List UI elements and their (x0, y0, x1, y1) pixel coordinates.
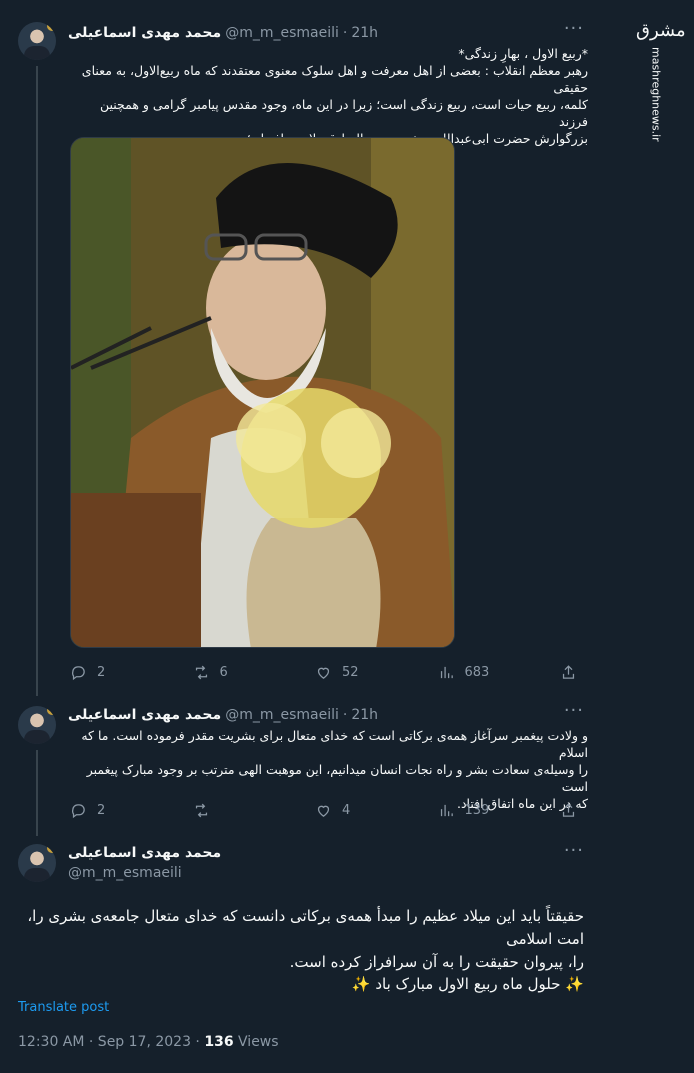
retweet-icon (195, 665, 207, 679)
author-handle[interactable]: @m_m_esmaeili (225, 707, 339, 723)
tweet-2[interactable]: محمد مهدی اسماعیلی @m_m_esmaeili · 21h و… (0, 690, 694, 836)
share-icon (562, 664, 575, 679)
heart-icon (317, 667, 330, 679)
tweet-header: محمد مهدی اسماعیلی @m_m_esmaeili · 21h (68, 25, 379, 41)
translate-post-link[interactable]: Translate post (18, 1000, 109, 1015)
heart-icon (317, 805, 330, 817)
author-handle[interactable]: @m_m_esmaeili (225, 25, 339, 41)
more-options-button[interactable]: ··· (564, 840, 584, 861)
avatar[interactable] (18, 706, 56, 744)
thread-line (36, 66, 38, 696)
retweet-button[interactable]: 6 (193, 662, 273, 682)
reply-button[interactable]: 2 (70, 800, 150, 820)
author-name[interactable]: محمد مهدی اسماعیلی (68, 25, 221, 41)
views-button[interactable]: 139 (438, 800, 518, 820)
author-name[interactable]: محمد مهدی اسماعیلی (68, 845, 221, 861)
tweet-header: محمد مهدی اسماعیلی @m_m_esmaeili · 21h (68, 707, 379, 723)
main-tweet-text: حقیقتاً باید این میلاد عظیم را مبدأ همه‌… (27, 907, 584, 971)
views-icon (440, 804, 453, 816)
more-options-button[interactable]: ··· (564, 700, 584, 721)
reply-icon (72, 803, 85, 818)
avatar[interactable] (18, 22, 56, 60)
share-button[interactable] (560, 662, 580, 682)
photo-illustration (71, 138, 454, 647)
share-icon (562, 802, 575, 817)
thread-line (36, 750, 38, 836)
retweet-button[interactable] (193, 800, 273, 820)
tweet-time[interactable]: 21h (351, 707, 378, 723)
views-icon (440, 666, 453, 678)
reply-icon (72, 665, 85, 680)
retweet-icon (195, 803, 207, 817)
verified-badge-icon (47, 22, 56, 31)
avatar[interactable] (18, 844, 56, 882)
reply-button[interactable]: 2 (70, 662, 150, 682)
verified-badge-icon (47, 706, 56, 715)
more-options-button[interactable]: ··· (564, 18, 584, 39)
share-button[interactable] (560, 800, 580, 820)
main-tweet-text-2: ✨ حلول ماه ربیع الاول مبارک باد ✨ (351, 975, 584, 993)
views-count: 136 (204, 1034, 234, 1050)
views-label: Views (238, 1034, 279, 1050)
tweet-actions: 2 4 139 (70, 800, 580, 820)
author-name[interactable]: محمد مهدی اسماعیلی (68, 707, 221, 723)
tweet-1[interactable]: محمد مهدی اسماعیلی @m_m_esmaeili · 21h *… (0, 0, 694, 696)
verified-badge-icon (47, 844, 56, 853)
tweet-text: *ربیع الاول ، بهارِ زندگی* رهبر معظم انق… (81, 46, 588, 146)
tweet-actions: 2 6 52 683 (70, 662, 580, 682)
tweet-photo[interactable] (70, 137, 455, 648)
tweet-time[interactable]: 21h (351, 25, 378, 41)
views-button[interactable]: 683 (438, 662, 518, 682)
tweet-meta: 12:30 AM · Sep 17, 2023 · 136 Views (18, 1034, 279, 1050)
author-handle[interactable]: @m_m_esmaeili (68, 865, 182, 881)
like-button[interactable]: 52 (315, 662, 395, 682)
like-button[interactable]: 4 (315, 800, 395, 820)
timestamp[interactable]: 12:30 AM · Sep 17, 2023 · (18, 1034, 200, 1050)
